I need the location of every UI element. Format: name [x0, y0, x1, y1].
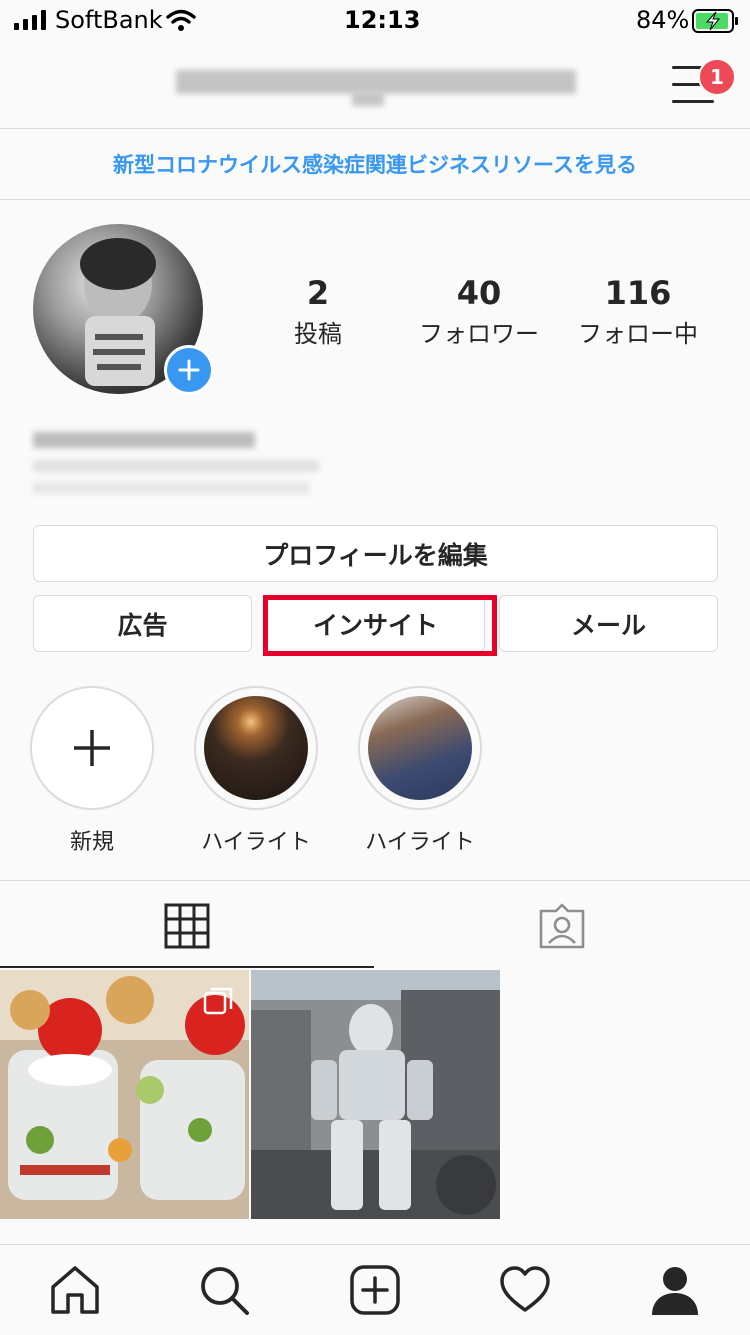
plus-icon — [178, 359, 200, 381]
multiple-photos-icon — [203, 987, 233, 1015]
tagged-icon[interactable] — [538, 903, 586, 949]
bottom-navigation — [0, 1244, 750, 1335]
heart-icon[interactable] — [498, 1263, 552, 1317]
highlight-label: ハイライト — [201, 830, 311, 855]
profile-icon[interactable] — [648, 1263, 702, 1317]
stat-value: 40 — [456, 274, 502, 312]
ads-button[interactable]: 広告 — [33, 595, 252, 652]
stat-label: フォロー中 — [578, 320, 698, 348]
profile-header: 1 — [0, 42, 750, 129]
annotation-highlight-box — [263, 595, 497, 656]
post-thumbnail[interactable] — [251, 970, 500, 1219]
home-icon[interactable] — [48, 1263, 102, 1317]
notification-badge: 1 — [698, 58, 736, 96]
battery-percent: 84% — [636, 6, 690, 34]
edit-profile-button[interactable]: プロフィールを編集 — [33, 525, 718, 582]
post-thumbnail[interactable] — [0, 970, 249, 1219]
highlight-label: ハイライト — [365, 830, 475, 855]
stat-following[interactable]: 116 フォロー中 — [563, 274, 713, 349]
plus-icon — [74, 730, 110, 766]
stat-label: 投稿 — [294, 320, 342, 348]
highlight-label: 新規 — [69, 830, 114, 855]
stat-label: フォロワー — [419, 320, 539, 348]
post-image-robot-statue — [251, 970, 500, 1219]
menu-button[interactable]: 1 — [672, 58, 736, 106]
carrier-name: SoftBank — [55, 6, 163, 34]
highlight-new[interactable]: 新規 — [27, 686, 157, 856]
active-tab-indicator — [0, 966, 374, 968]
search-icon[interactable] — [197, 1263, 251, 1317]
covid-resources-banner[interactable]: 新型コロナウイルス感染症関連ビジネスリソースを見る — [0, 129, 750, 200]
stat-posts[interactable]: 2 投稿 — [258, 274, 378, 349]
stat-value: 116 — [604, 274, 672, 312]
grid-icon[interactable] — [164, 903, 210, 949]
highlight-item[interactable]: ハイライト — [191, 686, 321, 856]
new-post-icon[interactable] — [348, 1263, 402, 1317]
highlight-item[interactable]: ハイライト — [355, 686, 485, 856]
clock: 12:13 — [344, 6, 421, 34]
add-story-button[interactable] — [164, 345, 214, 395]
status-bar: SoftBank 12:13 84% — [0, 0, 750, 42]
stat-followers[interactable]: 40 フォロワー — [404, 274, 554, 349]
profile-tab-bar — [0, 880, 750, 969]
battery-charging-icon — [692, 9, 738, 33]
highlight-cover — [368, 696, 472, 800]
mail-button[interactable]: メール — [499, 595, 718, 652]
signal-icon — [14, 10, 48, 30]
stat-value: 2 — [306, 274, 330, 312]
highlight-cover — [204, 696, 308, 800]
wifi-icon — [166, 9, 196, 31]
